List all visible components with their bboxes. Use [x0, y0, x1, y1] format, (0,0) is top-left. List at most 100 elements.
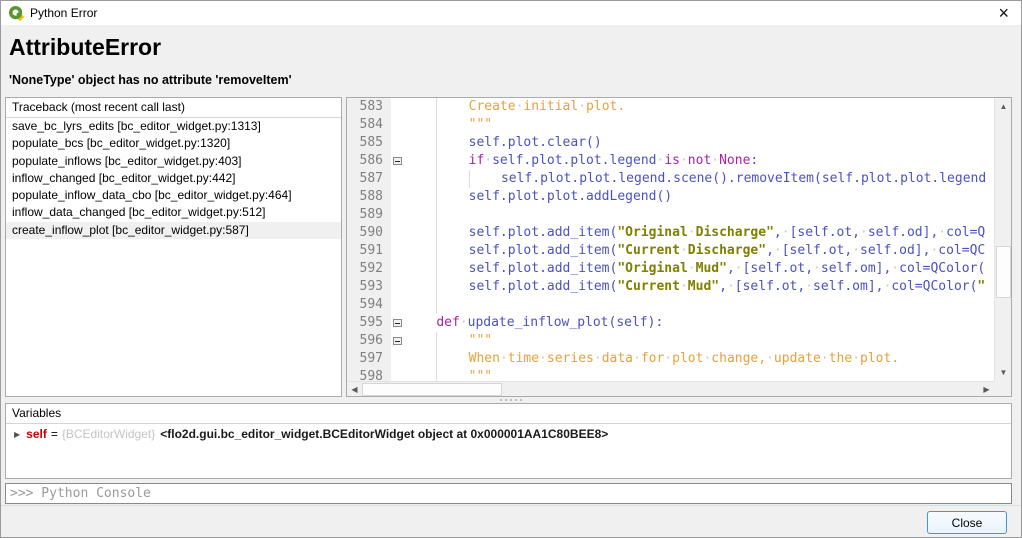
- line-number: 590: [347, 224, 391, 242]
- fold-column: [391, 188, 405, 206]
- fold-column: [391, 134, 405, 152]
- fold-column: [391, 296, 405, 314]
- line-number: 594: [347, 296, 391, 314]
- line-number: 592: [347, 260, 391, 278]
- error-type-heading: AttributeError: [9, 34, 161, 61]
- fold-marker-icon[interactable]: [393, 319, 402, 327]
- code-text: Create·initial·plot.: [405, 98, 994, 116]
- variable-row[interactable]: ▶ self = {BCEditorWidget} <flo2d.gui.bc_…: [6, 424, 1011, 444]
- fold-column: [391, 260, 405, 278]
- equals-sign: =: [51, 427, 58, 441]
- fold-column: [391, 332, 405, 350]
- traceback-item[interactable]: create_inflow_plot [bc_editor_widget.py:…: [6, 222, 341, 239]
- fold-column: [391, 170, 405, 188]
- code-text: self.plot.plot.legend.scene().removeItem…: [405, 170, 994, 188]
- code-line: 598 """: [347, 368, 994, 381]
- traceback-item[interactable]: inflow_changed [bc_editor_widget.py:442]: [6, 170, 341, 187]
- fold-column: [391, 116, 405, 134]
- line-number: 589: [347, 206, 391, 224]
- code-text: self.plot.plot.addLegend(): [405, 188, 994, 206]
- scroll-down-icon[interactable]: ▼: [995, 364, 1012, 381]
- code-text: self.plot.add_item("Original·Mud",·[self…: [405, 260, 994, 278]
- code-line: 587 self.plot.plot.legend.scene().remove…: [347, 170, 994, 188]
- traceback-item[interactable]: save_bc_lyrs_edits [bc_editor_widget.py:…: [6, 118, 341, 135]
- line-number: 584: [347, 116, 391, 134]
- variable-name: self: [26, 427, 47, 441]
- scroll-up-icon[interactable]: ▲: [995, 98, 1012, 115]
- horizontal-scroll-thumb[interactable]: [362, 383, 502, 396]
- fold-column: [391, 152, 405, 170]
- code-text: """: [405, 368, 994, 381]
- python-error-dialog: Python Error × AttributeError 'NoneType'…: [0, 0, 1022, 538]
- line-number: 595: [347, 314, 391, 332]
- traceback-item[interactable]: inflow_data_changed [bc_editor_widget.py…: [6, 204, 341, 221]
- traceback-panel: Traceback (most recent call last) save_b…: [5, 97, 342, 397]
- traceback-item[interactable]: populate_inflows [bc_editor_widget.py:40…: [6, 153, 341, 170]
- variables-panel: Variables ▶ self = {BCEditorWidget} <flo…: [5, 403, 1012, 479]
- line-number: 591: [347, 242, 391, 260]
- fold-column: [391, 278, 405, 296]
- code-text: self.plot.add_item("Current·Discharge",·…: [405, 242, 994, 260]
- scroll-right-icon[interactable]: ▶: [979, 382, 994, 397]
- line-number: 588: [347, 188, 391, 206]
- qgis-logo-icon: [8, 5, 24, 21]
- line-number: 597: [347, 350, 391, 368]
- code-line: 596 """: [347, 332, 994, 350]
- fold-column: [391, 98, 405, 116]
- code-text: def·update_inflow_plot(self):: [405, 314, 994, 332]
- vertical-scroll-thumb[interactable]: [996, 246, 1011, 298]
- code-line: 586 if·self.plot.plot.legend·is·not·None…: [347, 152, 994, 170]
- console-prompt-text: >>> Python Console: [6, 486, 151, 501]
- code-line: 584 """: [347, 116, 994, 134]
- fold-column: [391, 314, 405, 332]
- window-title: Python Error: [30, 6, 97, 20]
- code-panel: 583 Create·initial·plot.584 """585 self.…: [346, 97, 1012, 397]
- fold-column: [391, 242, 405, 260]
- code-text: When·time·series·data·for·plot·change,·u…: [405, 350, 994, 368]
- close-button[interactable]: Close: [927, 511, 1007, 534]
- code-editor[interactable]: 583 Create·initial·plot.584 """585 self.…: [347, 98, 994, 381]
- scroll-left-icon[interactable]: ◀: [347, 382, 362, 397]
- code-text: """: [405, 116, 994, 134]
- code-line: 595 def·update_inflow_plot(self):: [347, 314, 994, 332]
- line-number: 586: [347, 152, 391, 170]
- code-vertical-scrollbar[interactable]: ▲ ▼: [994, 98, 1011, 381]
- code-line: 589: [347, 206, 994, 224]
- line-number: 583: [347, 98, 391, 116]
- traceback-list: save_bc_lyrs_edits [bc_editor_widget.py:…: [6, 118, 341, 239]
- line-number: 593: [347, 278, 391, 296]
- code-line: 592 self.plot.add_item("Original·Mud",·[…: [347, 260, 994, 278]
- line-number: 598: [347, 368, 391, 381]
- fold-column: [391, 350, 405, 368]
- titlebar: Python Error ×: [1, 1, 1021, 25]
- code-line: 591 self.plot.add_item("Current·Discharg…: [347, 242, 994, 260]
- code-text: self.plot.add_item("Original·Discharge",…: [405, 224, 994, 242]
- code-text: self.plot.clear(): [405, 134, 994, 152]
- code-line: 597 When·time·series·data·for·plot·chang…: [347, 350, 994, 368]
- variable-value: <flo2d.gui.bc_editor_widget.BCEditorWidg…: [160, 427, 608, 441]
- code-text: if·self.plot.plot.legend·is·not·None:: [405, 152, 994, 170]
- code-line: 590 self.plot.add_item("Original·Dischar…: [347, 224, 994, 242]
- expand-arrow-icon[interactable]: ▶: [14, 430, 20, 439]
- python-console-input[interactable]: >>> Python Console: [5, 483, 1012, 504]
- line-number: 587: [347, 170, 391, 188]
- traceback-header: Traceback (most recent call last): [6, 98, 341, 118]
- variables-header: Variables: [6, 404, 1011, 424]
- scrollbar-corner: [994, 381, 1011, 396]
- window-close-icon[interactable]: ×: [998, 2, 1009, 24]
- traceback-item[interactable]: populate_inflow_data_cbo [bc_editor_widg…: [6, 187, 341, 204]
- code-text: [405, 206, 994, 224]
- fold-column: [391, 224, 405, 242]
- line-number: 585: [347, 134, 391, 152]
- traceback-item[interactable]: populate_bcs [bc_editor_widget.py:1320]: [6, 135, 341, 152]
- code-horizontal-scrollbar[interactable]: ◀ ▶: [347, 381, 994, 396]
- code-text: """: [405, 332, 994, 350]
- variable-type: {BCEditorWidget}: [62, 427, 155, 441]
- line-number: 596: [347, 332, 391, 350]
- code-line: 588 self.plot.plot.addLegend(): [347, 188, 994, 206]
- code-line: 583 Create·initial·plot.: [347, 98, 994, 116]
- fold-marker-icon[interactable]: [393, 337, 402, 345]
- code-line: 593 self.plot.add_item("Current·Mud",·[s…: [347, 278, 994, 296]
- fold-marker-icon[interactable]: [393, 157, 402, 165]
- code-text: [405, 296, 994, 314]
